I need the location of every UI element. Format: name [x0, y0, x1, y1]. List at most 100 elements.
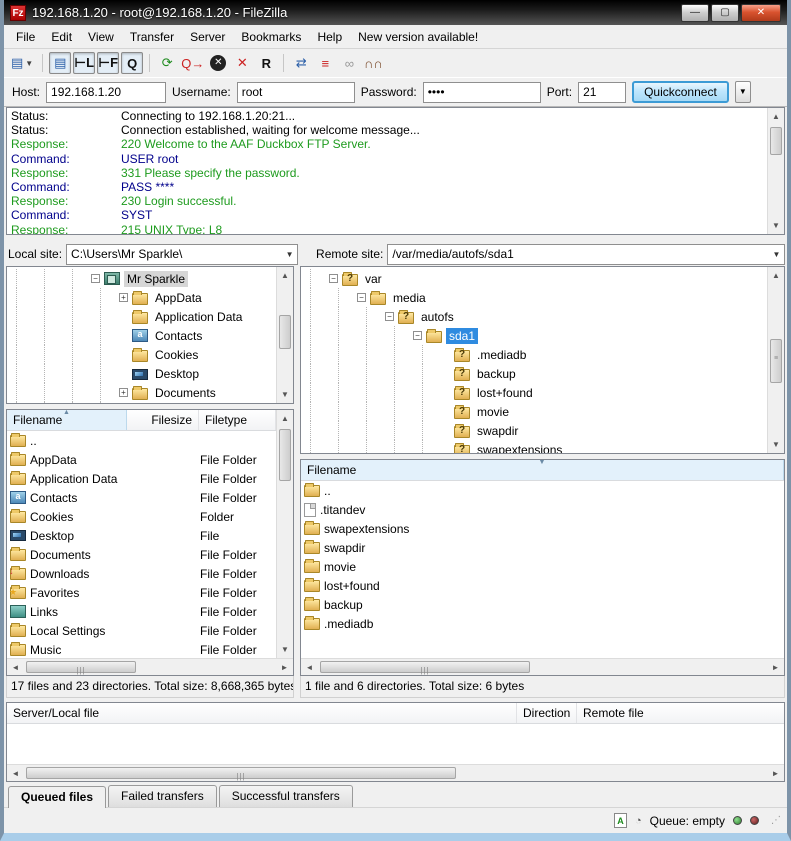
queue-column-header-direction[interactable]: Direction	[517, 703, 577, 723]
scroll-up-icon[interactable]: ▲	[277, 410, 293, 427]
password-input[interactable]	[423, 82, 541, 103]
refresh-button[interactable]: ⟳	[156, 52, 178, 74]
local-tree-item[interactable]: Contacts	[7, 326, 276, 345]
menu-item-help[interactable]: Help	[309, 27, 350, 47]
tree-expander-icon[interactable]: −	[385, 312, 394, 321]
local-file-row[interactable]: DesktopFile	[7, 526, 276, 545]
tree-expander-icon[interactable]: +	[119, 293, 128, 302]
transfer-type-icon[interactable]: A	[614, 813, 627, 828]
scroll-up-icon[interactable]: ▲	[768, 108, 784, 125]
scroll-left-icon[interactable]: ◄	[301, 659, 318, 675]
scroll-down-icon[interactable]: ▼	[277, 386, 293, 403]
transfer-queue-body[interactable]	[7, 724, 784, 764]
title-bar[interactable]: Fz 192.168.1.20 - root@192.168.1.20 - Fi…	[4, 0, 787, 25]
chevron-down-icon[interactable]: ▼	[282, 250, 297, 259]
resize-grip[interactable]: ⋰	[771, 815, 781, 826]
local-site-combo[interactable]: C:\Users\Mr Sparkle\ ▼	[66, 244, 298, 265]
maximize-button[interactable]: ▢	[711, 4, 739, 22]
menu-item-bookmarks[interactable]: Bookmarks	[233, 27, 309, 47]
local-file-row[interactable]: Local SettingsFile Folder	[7, 621, 276, 640]
remote-file-row[interactable]: .mediadb	[301, 614, 784, 633]
remote-tree-item[interactable]: swapdir	[301, 421, 767, 440]
remote-tree-item[interactable]: −sda1	[301, 326, 767, 345]
username-input[interactable]	[237, 82, 355, 103]
remote-file-row[interactable]: movie	[301, 557, 784, 576]
scroll-down-icon[interactable]: ▼	[768, 436, 784, 453]
queue-column-header-remote-file[interactable]: Remote file	[577, 703, 784, 723]
remote-tree-item[interactable]: movie	[301, 402, 767, 421]
local-tree-item[interactable]: Application Data	[7, 307, 276, 326]
local-tree-item[interactable]: +Downloads	[7, 402, 276, 403]
local-file-row[interactable]: Application DataFile Folder	[7, 469, 276, 488]
chevron-down-icon[interactable]: ▼	[769, 250, 784, 259]
log-splitter[interactable]	[4, 235, 787, 242]
column-header-filename[interactable]: Filename▲	[7, 410, 127, 430]
queue-column-header-server-local-file[interactable]: Server/Local file	[7, 703, 517, 723]
scroll-down-icon[interactable]: ▼	[768, 217, 784, 234]
remote-tree-item[interactable]: −var	[301, 269, 767, 288]
tab-queued-files[interactable]: Queued files	[8, 786, 106, 808]
toggle-queue-button[interactable]: Q	[121, 52, 143, 74]
local-list-hscrollbar[interactable]: ◄ ||| ►	[7, 658, 293, 675]
remote-tree-item[interactable]: lost+found	[301, 383, 767, 402]
scroll-up-icon[interactable]: ▲	[768, 267, 784, 284]
local-tree-item[interactable]: −Mr Sparkle	[7, 269, 276, 288]
remote-list-hscrollbar[interactable]: ◄ ||| ►	[301, 658, 784, 675]
synchronized-browsing-button[interactable]: ∞	[338, 52, 360, 74]
remote-file-row[interactable]: ..	[301, 481, 784, 500]
remote-file-row[interactable]: swapextensions	[301, 519, 784, 538]
host-input[interactable]	[46, 82, 166, 103]
column-header-filename[interactable]: Filename▼	[301, 460, 784, 480]
minimize-button[interactable]: —	[681, 4, 709, 22]
disconnect-button[interactable]: ✕	[231, 52, 253, 74]
local-file-row[interactable]: ContactsFile Folder	[7, 488, 276, 507]
remote-tree-item[interactable]: swapextensions	[301, 440, 767, 453]
local-list-vscrollbar[interactable]: ▲ ▼	[276, 410, 293, 658]
tree-expander-icon[interactable]: −	[329, 274, 338, 283]
menu-item-server[interactable]: Server	[182, 27, 233, 47]
message-log-vscrollbar[interactable]: ▲ ▼	[767, 108, 784, 234]
cancel-operation-button[interactable]: ✕	[207, 52, 229, 74]
find-files-button[interactable]: ∩∩	[362, 52, 384, 74]
tab-failed-transfers[interactable]: Failed transfers	[108, 785, 217, 807]
remote-tree-item[interactable]: backup	[301, 364, 767, 383]
remote-file-row[interactable]: .titandev	[301, 500, 784, 519]
remote-file-row[interactable]: swapdir	[301, 538, 784, 557]
remote-tree-item[interactable]: .mediadb	[301, 345, 767, 364]
local-file-row[interactable]: MusicFile Folder	[7, 640, 276, 658]
process-queue-button[interactable]: Q→	[180, 52, 205, 74]
local-file-row[interactable]: DownloadsFile Folder	[7, 564, 276, 583]
quickconnect-dropdown-button[interactable]: ▼	[735, 81, 751, 103]
toggle-message-log-button[interactable]: ▤	[49, 52, 71, 74]
queue-hscrollbar[interactable]: ◄ ||| ►	[7, 764, 784, 781]
menu-item-transfer[interactable]: Transfer	[122, 27, 182, 47]
quickconnect-button[interactable]: Quickconnect	[632, 81, 729, 103]
local-file-row[interactable]: FavoritesFile Folder	[7, 583, 276, 602]
directory-listing-button[interactable]: ≡	[314, 52, 336, 74]
toggle-remote-tree-button[interactable]: ⊢F	[97, 52, 119, 74]
column-header-filesize[interactable]: Filesize	[127, 410, 199, 430]
tree-expander-icon[interactable]: −	[91, 274, 100, 283]
remote-site-combo[interactable]: /var/media/autofs/sda1 ▼	[387, 244, 785, 265]
remote-file-row[interactable]: backup	[301, 595, 784, 614]
chevron-down-icon[interactable]: ▼	[23, 59, 35, 68]
remote-tree-item[interactable]: −media	[301, 288, 767, 307]
port-input[interactable]	[578, 82, 626, 103]
scroll-left-icon[interactable]: ◄	[7, 659, 24, 675]
scroll-right-icon[interactable]: ►	[767, 765, 784, 781]
remote-tree-vscrollbar[interactable]: ▲ ≡ ▼	[767, 267, 784, 453]
scroll-left-icon[interactable]: ◄	[7, 765, 24, 781]
tab-successful-transfers[interactable]: Successful transfers	[219, 785, 353, 807]
close-button[interactable]: ✕	[741, 4, 781, 22]
remote-file-row[interactable]: lost+found	[301, 576, 784, 595]
local-file-row[interactable]: DocumentsFile Folder	[7, 545, 276, 564]
menu-item-view[interactable]: View	[80, 27, 122, 47]
local-tree-item[interactable]: +Documents	[7, 383, 276, 402]
speed-limits-icon[interactable]: ◔	[635, 815, 642, 827]
scroll-up-icon[interactable]: ▲	[277, 267, 293, 284]
tree-expander-icon[interactable]: −	[357, 293, 366, 302]
tree-expander-icon[interactable]: −	[413, 331, 422, 340]
local-file-row[interactable]: CookiesFolder	[7, 507, 276, 526]
scroll-right-icon[interactable]: ►	[276, 659, 293, 675]
local-file-row[interactable]: LinksFile Folder	[7, 602, 276, 621]
